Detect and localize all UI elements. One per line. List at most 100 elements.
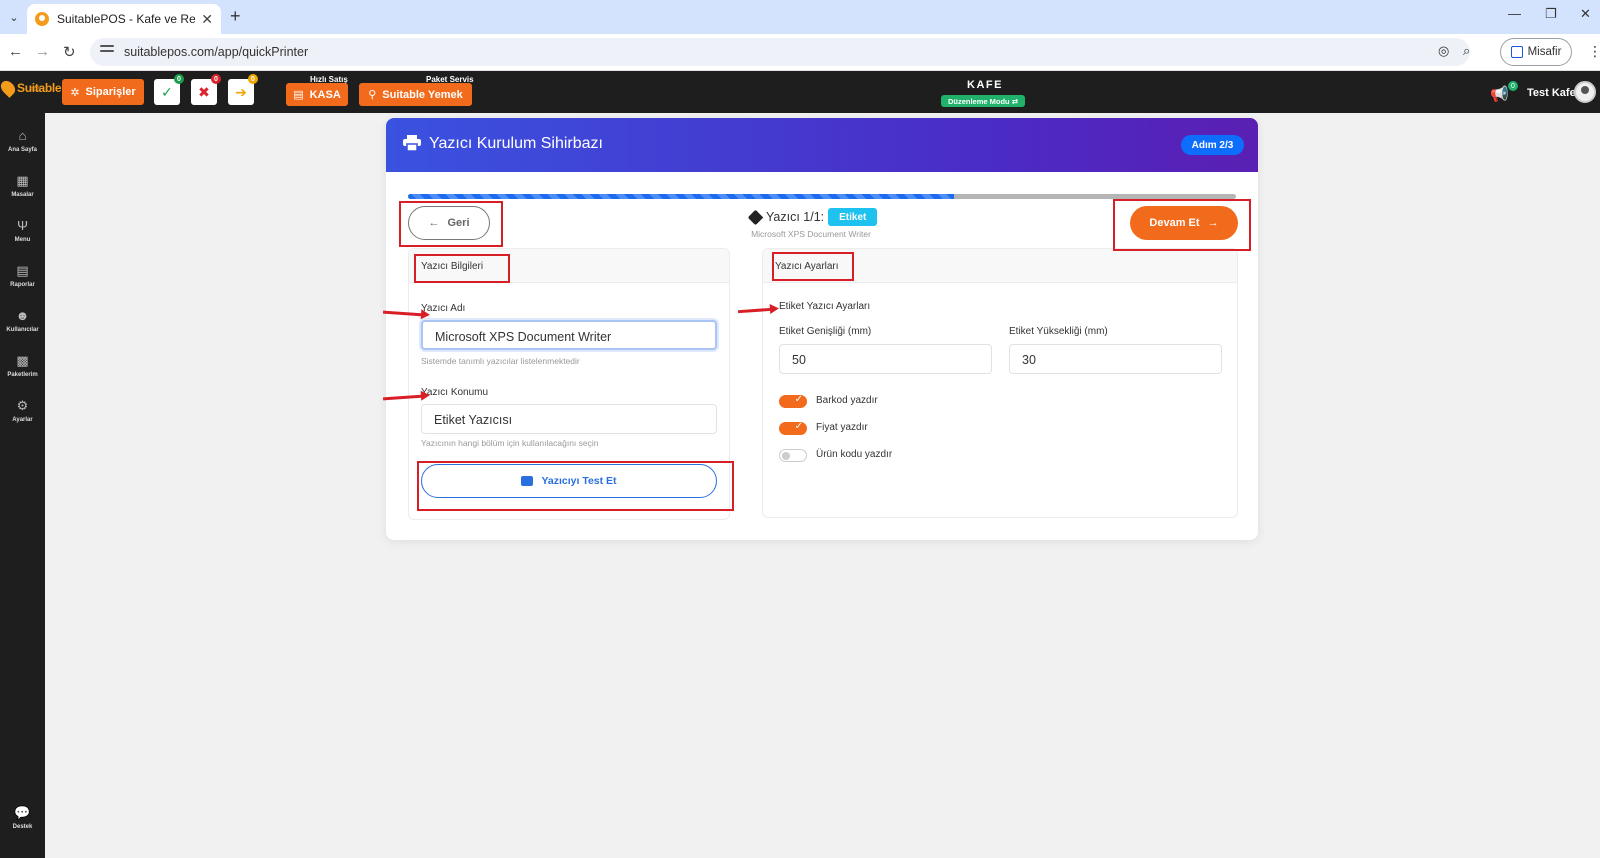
arrow-right-icon: ➔ xyxy=(235,83,247,100)
annotation-box-back xyxy=(399,201,503,247)
table-icon: ▦ xyxy=(16,173,29,188)
logo-sub: POS xyxy=(30,87,41,93)
label-width-input[interactable]: 50 xyxy=(779,344,992,374)
kasa-button[interactable]: ▤ KASA xyxy=(286,83,348,106)
edit-mode-toggle[interactable]: Düzenleme Modu ⇄ xyxy=(941,95,1025,107)
tab-title: SuitablePOS - Kafe ve Restoran xyxy=(57,12,196,26)
sidebar-item-label: Kullanıcılar xyxy=(6,327,39,333)
printer-location-label: Yazıcı Konumu xyxy=(421,387,489,398)
back-arrow-icon[interactable]: ← xyxy=(8,43,23,60)
sidebar-item-support[interactable]: 💬 Destek xyxy=(0,805,45,830)
browser-tabbar: ⌄ SuitablePOS - Kafe ve Restoran ✕ + — ❐… xyxy=(0,0,1600,34)
printer-location-hint: Yazıcının hangi bölüm için kullanılacağı… xyxy=(421,438,599,448)
approved-orders-button[interactable]: ✓ 0 xyxy=(154,74,184,105)
x-icon: ✖ xyxy=(198,83,210,100)
sidebar-item-menu[interactable]: Ψ Menu xyxy=(0,218,45,243)
report-icon: ▤ xyxy=(16,263,29,278)
app-header: Suitable POS ✲ Siparişler ✓ 0 ✖ 0 ➔ 0 Hı… xyxy=(0,71,1600,113)
zoom-icon[interactable]: ⌕ xyxy=(1463,43,1470,59)
pending-count-badge: 0 xyxy=(248,74,258,84)
gear-icon: ⚙ xyxy=(16,398,29,413)
browser-tab[interactable]: SuitablePOS - Kafe ve Restoran ✕ xyxy=(27,4,221,34)
users-icon: ☻ xyxy=(15,308,30,323)
rejected-count-badge: 0 xyxy=(211,74,221,84)
sidebar-item-tables[interactable]: ▦ Masalar xyxy=(0,173,45,198)
sidebar-item-label: Ana Sayfa xyxy=(7,147,37,153)
gear-icon: ✲ xyxy=(70,86,80,99)
browser-menu-icon[interactable]: ⋮ xyxy=(1588,43,1600,60)
sidebar-item-home[interactable]: ⌂ Ana Sayfa xyxy=(0,128,45,153)
price-toggle[interactable] xyxy=(779,421,807,435)
orders-label: Siparişler xyxy=(85,86,136,98)
printer-icon xyxy=(403,135,421,151)
printer-type-badge: Etiket xyxy=(828,208,878,226)
megaphone-icon[interactable]: 📢 xyxy=(1490,85,1509,103)
label-height-label: Etiket Yüksekliği (mm) xyxy=(1009,326,1108,337)
rejected-orders-button[interactable]: ✖ 0 xyxy=(191,74,221,105)
annotation-box-printer-info xyxy=(414,254,510,283)
annotation-box-continue xyxy=(1113,199,1251,251)
sidebar: ⌂ Ana Sayfa ▦ Masalar Ψ Menu ▤ Raporlar … xyxy=(0,113,45,858)
reload-icon[interactable]: ↻ xyxy=(63,43,76,61)
barcode-toggle-label: Barkod yazdır xyxy=(816,395,878,406)
site-settings-icon[interactable] xyxy=(100,45,114,57)
sidebar-item-settings[interactable]: ⚙ Ayarlar xyxy=(0,398,45,423)
printer-name-hint: Sistemde tanımlı yazıcılar listelenmekte… xyxy=(421,356,580,366)
sidebar-item-reports[interactable]: ▤ Raporlar xyxy=(0,263,45,288)
sidebar-item-label: Ayarlar xyxy=(12,417,33,423)
sidebar-item-label: Menu xyxy=(14,237,31,243)
sidebar-item-users[interactable]: ☻ Kullanıcılar xyxy=(0,308,45,333)
orders-button[interactable]: ✲ Siparişler xyxy=(62,79,144,105)
profile-button[interactable]: Misafir xyxy=(1500,38,1572,66)
label-width-label: Etiket Genişliği (mm) xyxy=(779,326,872,337)
package-icon: ▩ xyxy=(16,353,29,368)
close-window-icon[interactable]: ✕ xyxy=(1580,6,1591,22)
wizard-progress-bar xyxy=(408,194,1236,199)
barcode-toggle[interactable] xyxy=(779,394,807,408)
printer-count-text: Yazıcı 1/1: xyxy=(766,210,825,224)
label-height-input[interactable]: 30 xyxy=(1009,344,1222,374)
url-input[interactable]: suitablepos.com/app/quickPrinter ◎ ⌕ xyxy=(90,38,1470,66)
new-tab-icon[interactable]: + xyxy=(230,6,241,27)
tag-icon xyxy=(747,209,764,225)
product-code-toggle-label: Ürün kodu yazdır xyxy=(816,449,893,460)
wizard-progress-fill xyxy=(408,194,955,199)
close-tab-icon[interactable]: ✕ xyxy=(201,11,213,28)
sidebar-item-label: Destek xyxy=(12,824,33,830)
printer-name-select[interactable]: Microsoft XPS Document Writer xyxy=(421,320,717,350)
wizard-header: Yazıcı Kurulum Sihirbazı Adım 2/3 xyxy=(386,118,1258,172)
kasa-label: KASA xyxy=(309,88,341,101)
suitable-yemek-button[interactable]: ⚲ Suitable Yemek xyxy=(359,83,472,106)
minimize-icon[interactable]: — xyxy=(1508,6,1521,21)
pending-orders-button[interactable]: ➔ 0 xyxy=(228,74,258,105)
home-icon: ⌂ xyxy=(18,128,27,143)
venue-name: KAFE xyxy=(967,79,1003,91)
printer-location-select[interactable]: Etiket Yazıcısı xyxy=(421,404,717,434)
printer-subtitle: Microsoft XPS Document Writer xyxy=(751,229,871,239)
forward-arrow-icon[interactable]: → xyxy=(35,43,50,60)
restore-icon[interactable]: ❐ xyxy=(1545,6,1557,22)
tab-search-chevron-icon[interactable]: ⌄ xyxy=(4,7,24,27)
url-text: suitablepos.com/app/quickPrinter xyxy=(124,45,309,59)
chat-icon: 💬 xyxy=(14,805,31,820)
profile-icon xyxy=(1510,46,1523,58)
check-icon: ✓ xyxy=(161,83,173,100)
sidebar-item-label: Masalar xyxy=(11,192,34,198)
wizard-title: Yazıcı Kurulum Sihirbazı xyxy=(429,135,603,152)
motorbike-icon: ⚲ xyxy=(368,89,377,101)
sidebar-item-label: Paketlerim xyxy=(7,372,38,378)
step-badge: Adım 2/3 xyxy=(1181,135,1244,155)
label-settings-heading: Etiket Yazıcı Ayarları xyxy=(779,301,871,312)
utensils-icon: Ψ xyxy=(17,218,28,233)
user-name[interactable]: Test Kafe xyxy=(1527,87,1576,99)
logo-pin-icon xyxy=(0,78,18,98)
avatar[interactable] xyxy=(1574,81,1596,103)
approved-count-badge: 0 xyxy=(174,74,184,84)
sidebar-item-label: Raporlar xyxy=(10,282,35,288)
sidebar-item-packages[interactable]: ▩ Paketlerim xyxy=(0,353,45,378)
printer-counter: Yazıcı 1/1: Etiket xyxy=(747,208,878,226)
eye-off-icon[interactable]: ◎ xyxy=(1438,43,1449,59)
price-toggle-label: Fiyat yazdır xyxy=(816,422,868,433)
product-code-toggle[interactable] xyxy=(779,449,807,462)
favicon-icon xyxy=(35,12,49,26)
